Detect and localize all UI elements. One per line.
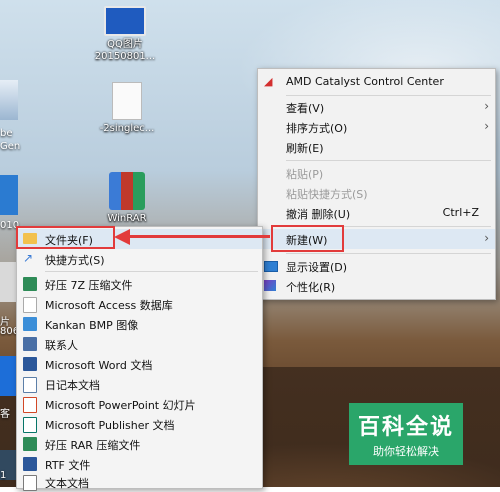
desktop-icon-label: -2singlec... <box>99 123 155 134</box>
new-submenu: 文件夹(F) ↗ 快捷方式(S) 好压 7Z 压缩文件 Microsoft Ac… <box>16 226 263 492</box>
desktop-icon-label: QQ图片 <box>107 39 143 50</box>
submenu-item-powerpoint[interactable]: Microsoft PowerPoint 幻灯片 <box>17 394 262 414</box>
menu-separator <box>286 95 491 96</box>
menu-item-personalize[interactable]: 个性化(R) <box>258 276 495 296</box>
submenu-item-rtf[interactable]: RTF 文件 <box>17 454 262 474</box>
shortcut-icon: ↗ <box>23 251 34 265</box>
menu-separator <box>45 271 258 272</box>
left-icon-label-1: be <box>0 128 13 139</box>
image-file-icon <box>104 6 146 36</box>
submenu-item-7z[interactable]: 好压 7Z 压缩文件 <box>17 274 262 294</box>
submenu-item-word[interactable]: Microsoft Word 文档 <box>17 354 262 374</box>
left-icon-label-2: Gen <box>0 141 21 152</box>
submenu-item-publisher[interactable]: Microsoft Publisher 文档 <box>17 414 262 434</box>
personalize-icon <box>264 280 276 291</box>
menu-item-amd-catalyst[interactable]: ◢ AMD Catalyst Control Center <box>258 72 495 92</box>
menu-item-sort-by[interactable]: 排序方式(O) › <box>258 117 495 137</box>
submenu-item-journal[interactable]: 日记本文档 <box>17 374 262 394</box>
winrar-icon <box>109 172 145 210</box>
desktop-icon-label: 20150801... <box>94 51 156 62</box>
highlight-new-box <box>271 225 344 252</box>
annotation-arrow-line <box>128 235 270 238</box>
submenu-item-access[interactable]: Microsoft Access 数据库 <box>17 294 262 314</box>
left-icon-label-7: 1 <box>0 470 7 481</box>
chevron-right-icon: › <box>484 231 489 245</box>
submenu-item-contact[interactable]: 联系人 <box>17 334 262 354</box>
menu-item-view[interactable]: 查看(V) › <box>258 97 495 117</box>
amd-icon: ◢ <box>264 75 273 88</box>
journal-icon <box>23 377 37 393</box>
desktop-icon-file[interactable]: -2singlec... <box>92 82 162 135</box>
archive-icon <box>23 437 37 451</box>
contact-icon <box>23 337 37 351</box>
highlight-folder-box <box>16 226 115 249</box>
desktop-icon-winrar[interactable]: WinRAR <box>92 172 162 225</box>
left-desktop-icon-1[interactable] <box>0 80 18 120</box>
word-icon <box>23 357 37 371</box>
left-desktop-icon-2[interactable] <box>0 175 18 215</box>
menu-item-display-settings[interactable]: 显示设置(D) <box>258 256 495 276</box>
archive-icon <box>23 277 37 291</box>
submenu-item-rar[interactable]: 好压 RAR 压缩文件 <box>17 434 262 454</box>
desktop-context-menu: ◢ AMD Catalyst Control Center 查看(V) › 排序… <box>257 68 496 300</box>
submenu-item-shortcut[interactable]: ↗ 快捷方式(S) <box>17 249 262 269</box>
menu-item-refresh[interactable]: 刷新(E) <box>258 137 495 157</box>
access-icon <box>23 297 37 313</box>
menu-item-undo-delete[interactable]: 撤消 删除(U) Ctrl+Z <box>258 203 495 223</box>
baike-watermark: 百科全说 助你轻松解决 <box>349 403 463 465</box>
document-icon <box>112 82 142 120</box>
menu-item-paste[interactable]: 粘贴(P) <box>258 163 495 183</box>
rtf-icon <box>23 457 37 471</box>
powerpoint-icon <box>23 397 37 413</box>
display-icon <box>264 261 278 272</box>
image-icon <box>23 317 37 331</box>
menu-item-paste-shortcut[interactable]: 粘贴快捷方式(S) <box>258 183 495 203</box>
submenu-item-bmp[interactable]: Kankan BMP 图像 <box>17 314 262 334</box>
shortcut-text: Ctrl+Z <box>442 206 479 219</box>
menu-separator <box>286 160 491 161</box>
left-icon-label-6: 客 <box>0 409 10 420</box>
desktop-icon-qq-image[interactable]: QQ图片 20150801... <box>90 6 160 63</box>
chevron-right-icon: › <box>484 99 489 113</box>
desktop-icon-label: WinRAR <box>107 213 147 224</box>
text-icon <box>23 475 37 491</box>
annotation-arrow-head-icon <box>114 229 130 245</box>
submenu-item-text[interactable]: 文本文档 <box>17 472 262 492</box>
chevron-right-icon: › <box>484 119 489 133</box>
menu-separator <box>286 253 491 254</box>
publisher-icon <box>23 417 37 433</box>
